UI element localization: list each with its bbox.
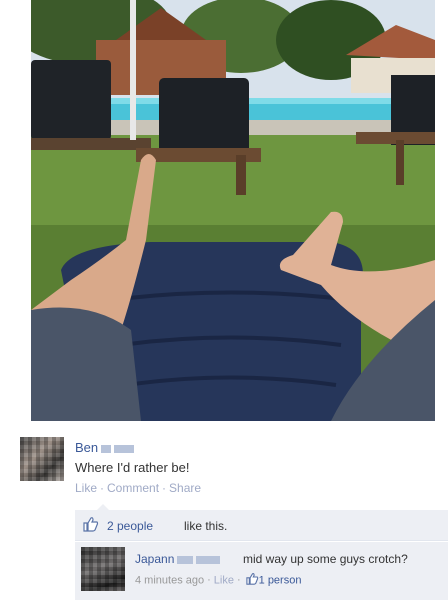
post-actions: Like · Comment · Share bbox=[75, 481, 201, 495]
post-text: Where I'd rather be! bbox=[75, 460, 190, 475]
redacted-surname-2 bbox=[114, 444, 135, 453]
separator: · bbox=[236, 574, 241, 587]
comment-timestamp[interactable]: 4 minutes ago bbox=[135, 574, 204, 586]
comment-likes-count[interactable]: 1 person bbox=[259, 574, 302, 586]
comment-like-link[interactable]: Like bbox=[214, 574, 234, 586]
post-author-name[interactable]: Ben bbox=[75, 440, 98, 455]
commenter-avatar[interactable] bbox=[81, 547, 125, 591]
redacted-surname bbox=[101, 444, 112, 453]
redacted-surname bbox=[177, 555, 194, 564]
post-author[interactable]: Ben bbox=[75, 440, 135, 455]
thumbs-up-icon bbox=[245, 573, 259, 588]
comment-text: mid way up some guys crotch? bbox=[243, 552, 408, 566]
comment-author[interactable]: Japann bbox=[135, 552, 221, 566]
likes-count[interactable]: 2 people bbox=[107, 519, 153, 533]
comment-link[interactable]: Comment bbox=[107, 481, 159, 495]
photo-scene bbox=[31, 0, 435, 421]
share-link[interactable]: Share bbox=[169, 481, 201, 495]
post-photo[interactable] bbox=[31, 0, 435, 421]
likes-suffix: like this. bbox=[184, 519, 228, 533]
thumbs-up-icon bbox=[83, 517, 99, 535]
post: Ben Where I'd rather be! Like · Comment · Sh… bbox=[0, 421, 448, 600]
separator: · bbox=[207, 574, 211, 587]
separator: · bbox=[162, 481, 167, 495]
like-link[interactable]: Like bbox=[75, 481, 97, 495]
separator: · bbox=[100, 481, 105, 495]
redacted-surname-2 bbox=[196, 555, 221, 564]
likes-bar: 2 people like this. bbox=[75, 504, 448, 541]
author-avatar[interactable] bbox=[20, 437, 64, 481]
comment: Japann mid way up some guys crotch? 4 mi… bbox=[75, 542, 448, 600]
comment-meta: 4 minutes ago · Like · 1 person bbox=[135, 573, 301, 588]
comment-author-name[interactable]: Japann bbox=[135, 552, 174, 566]
